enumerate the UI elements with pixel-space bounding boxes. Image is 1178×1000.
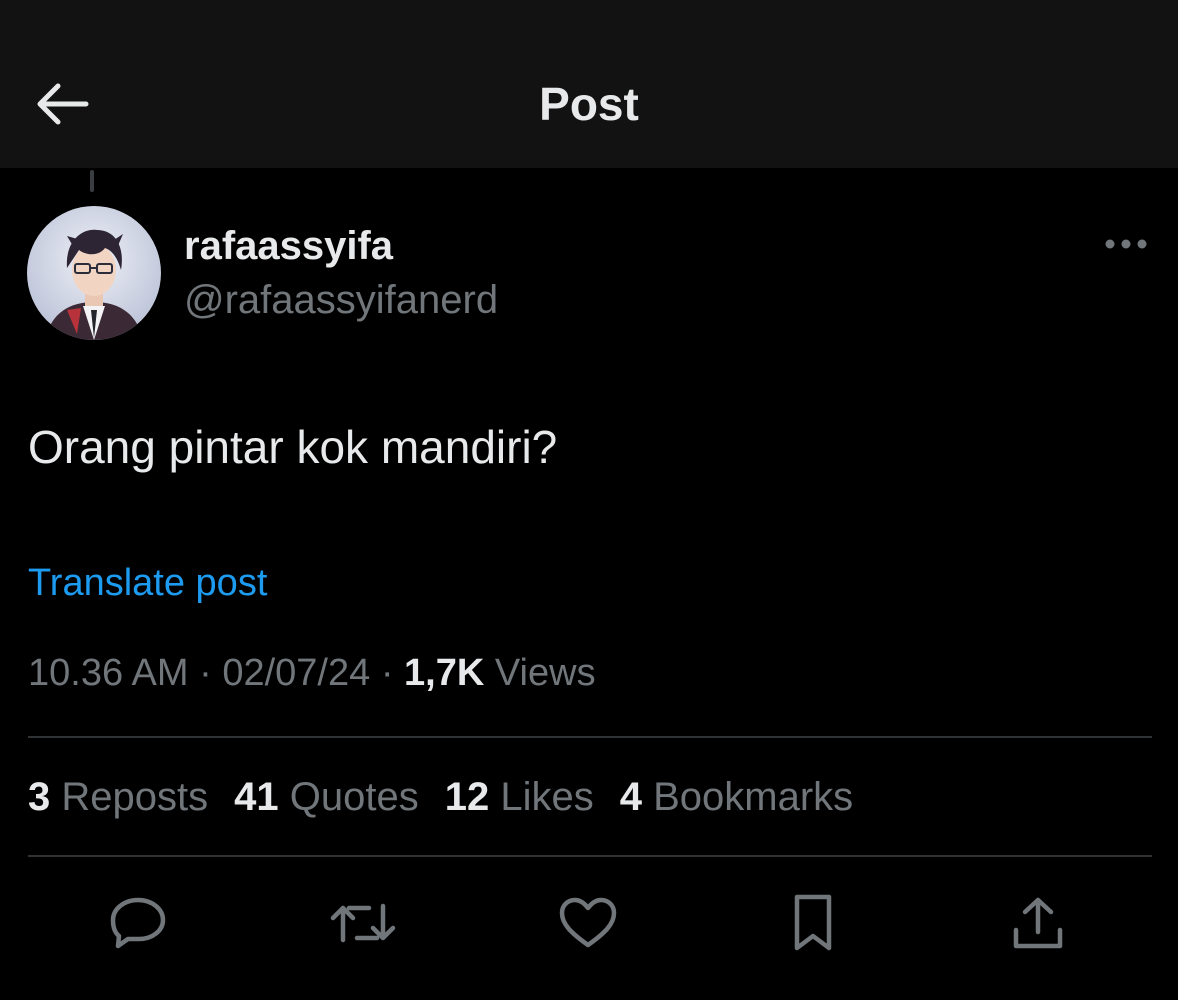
avatar-anime-character — [27, 206, 161, 340]
author-handle[interactable]: @rafaassyifanerd — [184, 276, 498, 324]
author-display-name[interactable]: rafaassyifa — [184, 222, 393, 270]
stat-label: Likes — [500, 775, 594, 819]
repost-icon — [330, 903, 396, 943]
stat-label: Reposts — [61, 775, 209, 819]
engagement-stats: 3 Reposts 41 Quotes 12 Likes 4 Bookmarks — [28, 773, 879, 821]
views-label: Views — [494, 652, 596, 694]
more-dots-icon — [1105, 239, 1147, 249]
stat-count: 4 — [619, 775, 642, 819]
bookmark-button[interactable] — [778, 888, 848, 958]
top-bar: Post — [0, 0, 1178, 168]
translate-post-link[interactable]: Translate post — [28, 560, 267, 606]
avatar[interactable] — [27, 206, 161, 340]
reply-button[interactable] — [103, 888, 173, 958]
post-meta: 10.36 AM · 02/07/24 · 1,7K Views — [28, 650, 596, 696]
like-icon — [559, 897, 617, 948]
stat-count: 41 — [234, 775, 279, 819]
stat-label: Bookmarks — [653, 775, 854, 819]
views-count: 1,7K — [404, 652, 485, 694]
stat-count: 3 — [28, 775, 51, 819]
more-options-button[interactable] — [1098, 226, 1154, 262]
share-button[interactable] — [1003, 888, 1073, 958]
divider — [28, 736, 1152, 738]
stat-quotes[interactable]: 41 Quotes — [234, 773, 419, 821]
stat-label: Quotes — [289, 775, 419, 819]
page-title: Post — [539, 78, 639, 130]
post-text: Orang pintar kok mandiri? — [28, 421, 558, 473]
divider — [28, 855, 1152, 857]
thread-connector-line — [90, 170, 94, 192]
stat-likes[interactable]: 12 Likes — [445, 773, 594, 821]
bookmark-icon — [794, 894, 832, 951]
reply-icon — [110, 897, 166, 949]
repost-button[interactable] — [328, 888, 398, 958]
post-time[interactable]: 10.36 AM — [28, 652, 189, 694]
stat-bookmarks[interactable]: 4 Bookmarks — [620, 773, 853, 821]
stat-reposts[interactable]: 3 Reposts — [28, 773, 208, 821]
like-button[interactable] — [553, 888, 623, 958]
post-date[interactable]: 02/07/24 — [222, 652, 370, 694]
stat-count: 12 — [444, 775, 490, 819]
meta-separator: · — [380, 652, 394, 694]
share-icon — [1013, 897, 1063, 949]
meta-separator: · — [199, 652, 212, 694]
action-bar — [0, 888, 1178, 958]
